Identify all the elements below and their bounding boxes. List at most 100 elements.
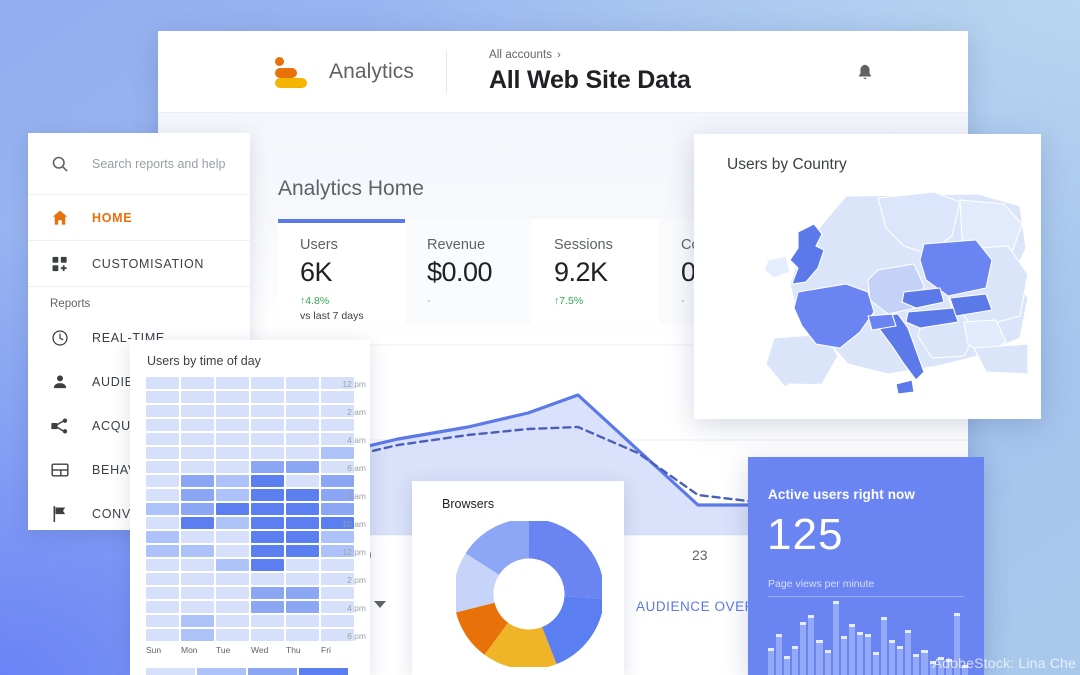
heatmap-cell[interactable]	[181, 559, 214, 571]
heatmap-cell[interactable]	[321, 587, 354, 599]
heatmap-cell[interactable]	[286, 531, 319, 543]
heatmap-cell[interactable]	[286, 433, 319, 445]
sidebar-item-customisation[interactable]: CUSTOMISATION	[28, 241, 250, 287]
heatmap-cell[interactable]	[251, 517, 284, 529]
heatmap-cell[interactable]	[181, 587, 214, 599]
account-selector[interactable]: All accounts › All Web Site Data	[489, 49, 691, 95]
heatmap-cell[interactable]	[181, 405, 214, 417]
heatmap-cell[interactable]	[321, 531, 354, 543]
heatmap-cell[interactable]	[181, 601, 214, 613]
heatmap-cell[interactable]	[181, 545, 214, 557]
heatmap-cell[interactable]	[146, 573, 179, 585]
heatmap-cell[interactable]	[216, 447, 249, 459]
chevron-down-icon[interactable]	[374, 601, 386, 608]
heatmap-cell[interactable]	[286, 419, 319, 431]
heatmap-cell[interactable]	[181, 419, 214, 431]
heatmap-cell[interactable]	[216, 391, 249, 403]
heatmap-cell[interactable]	[146, 587, 179, 599]
scorecard-users[interactable]: Users 6K ↑4.8% vs last 7 days	[278, 219, 405, 324]
heatmap-cell[interactable]	[181, 629, 214, 641]
heatmap-cell[interactable]	[216, 377, 249, 389]
heatmap-cell[interactable]	[146, 601, 179, 613]
heatmap-cell[interactable]	[181, 503, 214, 515]
heatmap-cell[interactable]	[251, 405, 284, 417]
heatmap-cell[interactable]	[146, 503, 179, 515]
heatmap-cell[interactable]	[216, 587, 249, 599]
heatmap-cell[interactable]	[146, 391, 179, 403]
heatmap-cell[interactable]	[216, 489, 249, 501]
heatmap-cell[interactable]	[216, 573, 249, 585]
heatmap-cell[interactable]	[286, 545, 319, 557]
scorecard-revenue[interactable]: Revenue $0.00 -	[405, 219, 532, 324]
heatmap-cell[interactable]	[146, 615, 179, 627]
heatmap-cell[interactable]	[286, 587, 319, 599]
heatmap-cell[interactable]	[146, 559, 179, 571]
heatmap-cell[interactable]	[146, 447, 179, 459]
heatmap-cell[interactable]	[286, 517, 319, 529]
heatmap-cell[interactable]	[181, 573, 214, 585]
breadcrumb[interactable]: All accounts ›	[489, 49, 691, 61]
heatmap-cell[interactable]	[251, 447, 284, 459]
heatmap-cell[interactable]	[181, 615, 214, 627]
heatmap-cell[interactable]	[216, 559, 249, 571]
heatmap-cell[interactable]	[251, 489, 284, 501]
heatmap-cell[interactable]	[216, 461, 249, 473]
heatmap-cell[interactable]	[251, 559, 284, 571]
heatmap-cell[interactable]	[181, 489, 214, 501]
browsers-donut-chart[interactable]	[456, 521, 602, 667]
heatmap-cell[interactable]	[251, 573, 284, 585]
heatmap-cell[interactable]	[146, 517, 179, 529]
heatmap-cell[interactable]	[251, 615, 284, 627]
heatmap-cell[interactable]	[146, 405, 179, 417]
sidebar-item-home[interactable]: HOME	[28, 195, 250, 241]
bell-icon[interactable]	[854, 61, 876, 85]
heatmap-cell[interactable]	[251, 433, 284, 445]
heatmap-cell[interactable]	[216, 601, 249, 613]
heatmap-cell[interactable]	[321, 447, 354, 459]
heatmap-cell[interactable]	[251, 587, 284, 599]
heatmap-cell[interactable]	[286, 629, 319, 641]
heatmap-cell[interactable]	[146, 461, 179, 473]
heatmap-cell[interactable]	[146, 433, 179, 445]
heatmap-cell[interactable]	[321, 559, 354, 571]
heatmap-cell[interactable]	[286, 405, 319, 417]
heatmap-cell[interactable]	[251, 391, 284, 403]
heatmap-cell[interactable]	[216, 419, 249, 431]
heatmap-cell[interactable]	[251, 475, 284, 487]
heatmap-cell[interactable]	[216, 475, 249, 487]
heatmap-cell[interactable]	[286, 391, 319, 403]
heatmap-cell[interactable]	[181, 517, 214, 529]
heatmap-cell[interactable]	[286, 503, 319, 515]
heatmap-cell[interactable]	[146, 419, 179, 431]
heatmap-cell[interactable]	[216, 405, 249, 417]
heatmap-cell[interactable]	[286, 461, 319, 473]
heatmap-cell[interactable]	[146, 545, 179, 557]
heatmap-cell[interactable]	[286, 601, 319, 613]
heatmap-cell[interactable]	[216, 517, 249, 529]
heatmap-cell[interactable]	[251, 419, 284, 431]
europe-map[interactable]	[728, 188, 1028, 408]
heatmap-cell[interactable]	[286, 559, 319, 571]
heatmap-cell[interactable]	[321, 391, 354, 403]
heatmap-cell[interactable]	[286, 615, 319, 627]
heatmap-cell[interactable]	[181, 433, 214, 445]
heatmap-cell[interactable]	[216, 615, 249, 627]
heatmap-cell[interactable]	[321, 503, 354, 515]
heatmap-cell[interactable]	[216, 629, 249, 641]
heatmap-cell[interactable]	[181, 531, 214, 543]
heatmap-cell[interactable]	[321, 419, 354, 431]
heatmap-cell[interactable]	[146, 531, 179, 543]
heatmap-cell[interactable]	[286, 475, 319, 487]
heatmap-cell[interactable]	[251, 601, 284, 613]
heatmap-cell[interactable]	[251, 461, 284, 473]
heatmap-cell[interactable]	[216, 531, 249, 543]
heatmap-cell[interactable]	[216, 433, 249, 445]
heatmap-cell[interactable]	[216, 503, 249, 515]
heatmap-cell[interactable]	[146, 629, 179, 641]
search-input[interactable]: Search reports and help	[28, 133, 250, 195]
heatmap-cell[interactable]	[181, 377, 214, 389]
heatmap-cell[interactable]	[216, 545, 249, 557]
heatmap-cell[interactable]	[286, 573, 319, 585]
heatmap-cell[interactable]	[251, 531, 284, 543]
heatmap-cell[interactable]	[146, 475, 179, 487]
